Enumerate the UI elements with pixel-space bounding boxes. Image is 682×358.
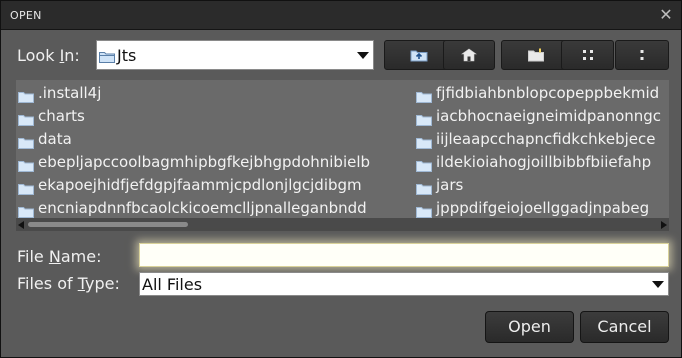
folder-icon	[416, 133, 432, 156]
list-view-icon	[582, 50, 593, 60]
file-name-text: ebepljapccoolbagmhipbgfkejbhgpdohnibielb	[38, 153, 371, 171]
folder-icon	[18, 110, 34, 133]
folder-icon	[18, 156, 34, 179]
chevron-down-icon[interactable]	[652, 281, 664, 288]
cancel-button[interactable]: Cancel	[580, 311, 669, 343]
file-name-text: ekapoejhidfjefdgpjfaammjcpdlonjlgcjdibgm	[38, 176, 362, 194]
file-name-text: charts	[38, 107, 85, 125]
list-view-button[interactable]	[561, 40, 614, 70]
scrollbar-thumb[interactable]	[28, 222, 188, 227]
folder-icon	[416, 179, 432, 202]
open-button[interactable]: Open	[485, 311, 574, 343]
look-in-dropdown[interactable]: Jts	[96, 40, 374, 70]
close-icon[interactable]: ✕	[657, 6, 675, 24]
folder-icon	[416, 202, 432, 218]
file-name-text: jpppdifgeiojoellggadjnpabeg	[436, 199, 650, 217]
file-name-text: encniapdnnfbcaolckicoemclljpnalleganbndd	[38, 199, 367, 217]
title-bar: OPEN ✕	[1, 1, 681, 30]
folder-icon	[416, 87, 432, 110]
horizontal-scrollbar[interactable]	[16, 218, 669, 231]
look-in-value: Jts	[117, 46, 137, 65]
details-view-button[interactable]	[615, 40, 669, 70]
file-name-label: File Name:	[17, 247, 102, 266]
chevron-down-icon[interactable]	[357, 52, 369, 59]
file-name-text: iijleaapcchapncfidkchkebjece	[436, 130, 656, 148]
folder-icon	[18, 179, 34, 202]
file-type-label: Files of Type:	[17, 274, 120, 293]
folder-icon	[18, 133, 34, 156]
file-list[interactable]: .install4j charts data ebepljapccoolbagm…	[16, 80, 669, 218]
look-in-label: Look In:	[17, 46, 80, 65]
file-type-value: All Files	[142, 275, 203, 294]
dialog-title: OPEN	[10, 9, 42, 22]
file-name-text: ildekioiahogjoillbibbfbiiefahp	[436, 153, 652, 171]
scroll-right-icon[interactable]	[661, 221, 667, 229]
folder-icon	[416, 156, 432, 179]
scroll-left-icon[interactable]	[18, 221, 24, 229]
file-name-text: .install4j	[38, 84, 102, 102]
folder-icon	[416, 110, 432, 133]
folder-icon	[99, 48, 115, 67]
home-icon	[461, 48, 477, 62]
file-name-text: data	[38, 130, 72, 148]
file-name-text: fjfidbiahbnblopcopeppbekmid	[436, 84, 660, 102]
details-view-icon	[640, 50, 644, 60]
new-folder-icon	[527, 48, 544, 62]
file-type-dropdown[interactable]: All Files	[139, 272, 669, 296]
folder-up-icon	[410, 50, 427, 62]
file-name-input[interactable]	[139, 243, 669, 267]
file-name-text: jars	[436, 176, 464, 194]
home-button[interactable]	[443, 40, 495, 70]
open-dialog: OPEN ✕ Look In: Jts .install4j charts da…	[0, 0, 682, 358]
folder-icon	[18, 87, 34, 110]
folder-icon	[18, 202, 34, 218]
file-name-text: iacbhocnaeigneimidpanonngc	[436, 107, 662, 125]
new-folder-button[interactable]	[501, 40, 570, 70]
